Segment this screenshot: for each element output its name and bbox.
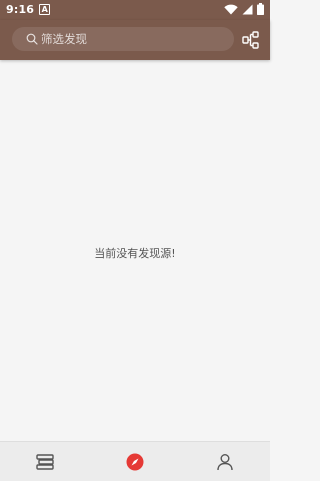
discover-config-button[interactable] <box>242 31 260 49</box>
status-time: 9:16 <box>6 3 35 16</box>
compass-icon[interactable] <box>125 452 145 472</box>
toolbar: 筛选发现 <box>0 20 270 60</box>
status-bar: 9:16 A <box>0 0 270 20</box>
bottom-navigation <box>0 441 270 481</box>
search-icon <box>26 33 38 45</box>
notification-a-icon: A <box>39 4 51 15</box>
battery-icon <box>257 3 264 15</box>
signal-icon <box>242 4 253 14</box>
search-placeholder: 筛选发现 <box>41 32 87 46</box>
person-icon[interactable] <box>215 452 235 472</box>
wifi-icon <box>224 4 238 14</box>
search-input[interactable]: 筛选发现 <box>12 27 234 51</box>
discover-content: 当前没有发现源! <box>0 60 270 441</box>
empty-state-message: 当前没有发现源! <box>94 247 176 260</box>
bookshelf-icon[interactable] <box>35 452 55 472</box>
